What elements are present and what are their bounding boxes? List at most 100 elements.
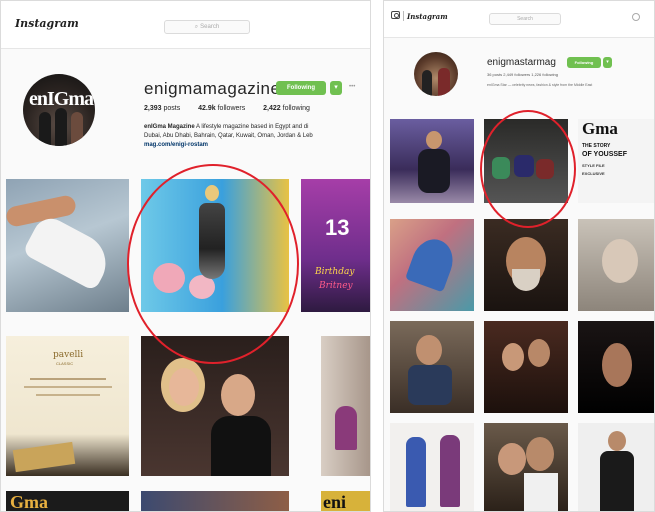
post-thumbnail-fashion-looks[interactable]: [390, 423, 474, 511]
followers-count[interactable]: 42.9k: [198, 105, 216, 112]
post-thumbnail-interior[interactable]: [321, 336, 370, 476]
right-profile-avatar[interactable]: [414, 52, 458, 96]
party-birthday-text: Birthday: [315, 267, 355, 277]
post-thumbnail-film-still[interactable]: [484, 321, 568, 413]
right-profile-bio: enIGma Star — celebrity news, fashion & …: [487, 83, 593, 87]
search-icon: ⌕: [194, 24, 199, 30]
person-body-shape: [408, 365, 452, 405]
invitation-text-line: [24, 386, 112, 388]
man-head-shape: [608, 431, 626, 451]
bio-text: A lifestyle magazine based in Egypt and …: [194, 124, 309, 130]
left-top-navbar: Instagram ⌕ Search: [1, 1, 370, 49]
woman-dress-shape: [199, 203, 225, 279]
right-top-navbar: Instagram Search: [384, 1, 654, 38]
left-following-button[interactable]: Following: [276, 81, 326, 95]
fabric-shape: [404, 233, 460, 293]
story-cover-logo: Gma: [582, 119, 618, 138]
sneaker-shape: [22, 212, 116, 292]
right-follow-dropdown-button[interactable]: ▾: [603, 57, 612, 68]
avatar-figure: [422, 70, 432, 96]
right-following-button[interactable]: Following: [567, 57, 601, 68]
cover-logo-text: Gma: [10, 492, 48, 512]
bio-name: enIGma Magazine: [144, 124, 195, 130]
person-face-shape: [502, 343, 524, 371]
invitation-brand-text: pavelli: [53, 350, 84, 360]
post-thumbnail-older-man[interactable]: [578, 219, 654, 311]
right-profile-stats: 36 posts 2,449 followers 1,226 following: [487, 72, 558, 77]
camera-icon[interactable]: [391, 11, 400, 19]
invitation-text-line: [36, 394, 100, 396]
party-number-text: 13: [325, 215, 350, 240]
person-face-shape: [602, 343, 632, 387]
post-thumbnail-portrait-dark[interactable]: [578, 321, 654, 413]
post-thumbnail-bearded-man[interactable]: [484, 219, 568, 311]
person-face-shape: [416, 335, 442, 365]
woman-head-shape: [205, 185, 219, 201]
outfit-shape: [406, 437, 426, 507]
invitation-text-line: [30, 378, 106, 380]
post-thumbnail-man-suit[interactable]: [578, 423, 654, 511]
story-cover-line: EXCLUSIVE: [582, 171, 605, 176]
left-more-options-icon[interactable]: •••: [349, 84, 355, 90]
party-name-text: Britney: [319, 281, 353, 291]
followers-label[interactable]: followers: [218, 105, 246, 112]
man-face-shape: [221, 374, 255, 416]
left-instagram-logo[interactable]: Instagram: [15, 17, 79, 30]
man-face-shape: [602, 239, 638, 283]
story-cover-line: STYLE FILE: [582, 163, 605, 168]
post-thumbnail-magazine-cover[interactable]: Gma: [6, 491, 129, 512]
right-search-input[interactable]: Search: [489, 13, 561, 25]
person-face-shape: [528, 339, 550, 367]
left-search-placeholder: Search: [200, 24, 220, 30]
post-thumbnail-birthday-party[interactable]: 13 Birthday Britney: [301, 179, 370, 312]
left-profile-bio-line-2: Dubai, Abu Dhabi, Bahrain, Qatar, Kuwait…: [144, 133, 313, 139]
man-suit-shape: [600, 451, 634, 511]
post-thumbnail-magazine-cover-2[interactable]: [141, 491, 289, 511]
post-thumbnail-celebrity-couple[interactable]: [141, 336, 289, 476]
left-profile-username: enigmamagazine: [144, 79, 281, 98]
post-thumbnail-red-carpet[interactable]: [141, 179, 289, 312]
right-instagram-logo[interactable]: Instagram: [407, 12, 448, 21]
avatar-figure: [438, 68, 450, 96]
left-instagram-profile-panel: Instagram ⌕ Search enIGma enigmamagazine …: [0, 0, 371, 512]
pig-decoration-shape: [153, 263, 185, 293]
invitation-card-shape: [12, 441, 76, 473]
left-follow-dropdown-button[interactable]: ▾: [330, 81, 342, 95]
post-thumbnail-invitation[interactable]: pavelli CLASSIC: [6, 336, 129, 476]
post-thumbnail-sneaker[interactable]: [6, 179, 129, 312]
cover-logo-text: eni: [323, 492, 347, 512]
invitation-subtitle-text: CLASSIC: [56, 361, 74, 366]
post-thumbnail-man-seated[interactable]: [390, 119, 474, 203]
following-count[interactable]: 2,422: [263, 105, 281, 112]
left-search-input[interactable]: ⌕ Search: [164, 20, 250, 34]
right-search-placeholder: Search: [517, 16, 533, 22]
avatar-figure: [55, 108, 67, 146]
following-label[interactable]: following: [283, 105, 310, 112]
post-thumbnail-magazine-story[interactable]: Gma THE STORY OF YOUSSEF STYLE FILE EXCL…: [578, 119, 654, 203]
woman-face-shape: [169, 368, 199, 406]
post-thumbnail-magazine-cover-3[interactable]: eni: [321, 491, 370, 512]
posts-count: 2,393: [144, 105, 162, 112]
left-profile-website-link[interactable]: mag.com/enigi-rostam: [144, 142, 208, 148]
left-profile-avatar[interactable]: enIGma: [23, 74, 95, 146]
user-profile-icon[interactable]: [632, 13, 640, 21]
right-instagram-profile-panel: Instagram Search enigmastarmag Following…: [383, 0, 655, 512]
story-cover-line: OF YOUSSEF: [582, 151, 627, 158]
shirt-shape: [524, 473, 558, 511]
shoe-shape: [492, 157, 510, 179]
chair-shape: [335, 406, 357, 450]
avatar-figure: [39, 112, 51, 146]
post-thumbnail-couple-smiling[interactable]: [484, 423, 568, 511]
person-face-shape: [526, 437, 554, 471]
right-profile-username: enigmastarmag: [487, 57, 556, 68]
person-face-shape: [498, 443, 526, 475]
man-suit-shape: [211, 416, 271, 476]
post-thumbnail-group-scene[interactable]: [390, 321, 474, 413]
post-thumbnail-shoes[interactable]: [484, 119, 568, 203]
story-cover-line: THE STORY: [582, 143, 611, 149]
man-body-shape: [418, 149, 450, 193]
left-profile-stats: 2,393 posts 42.9k followers 2,422 follow…: [144, 105, 310, 112]
beard-shape: [512, 269, 540, 291]
avatar-figure: [71, 112, 83, 146]
post-thumbnail-fabric[interactable]: [390, 219, 474, 311]
